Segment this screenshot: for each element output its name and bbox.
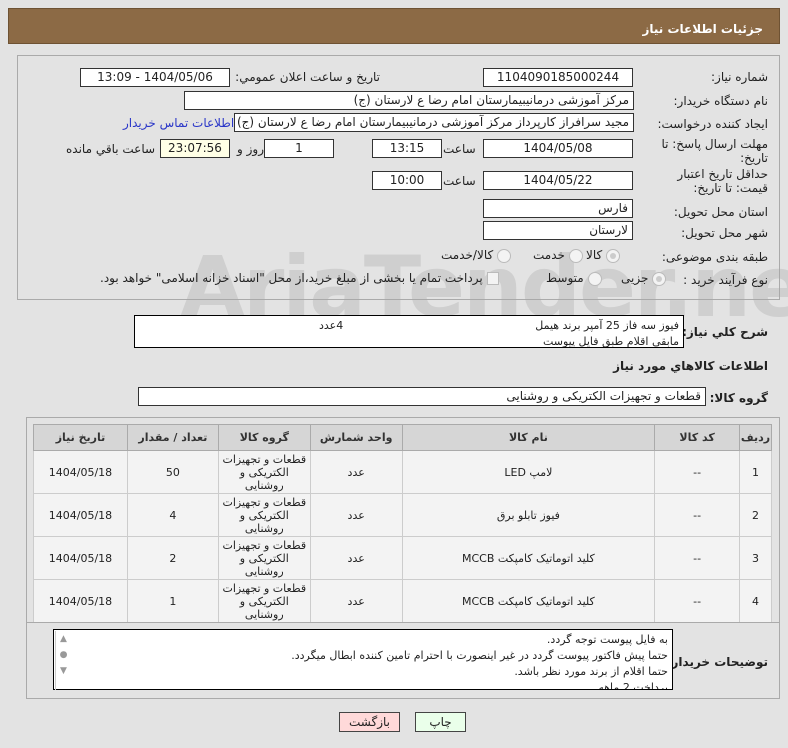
deadline-date-field: 1404/05/08	[483, 139, 633, 158]
cell-need-date: 1404/05/18	[33, 536, 128, 580]
cell-need-date: 1404/05/18	[33, 579, 128, 623]
description-textarea[interactable]: فیوز سه فاز 25 آمپر برند هیمل 4عدد مابقی …	[134, 315, 684, 348]
radio-icon[interactable]	[587, 271, 602, 286]
radio-icon[interactable]	[497, 248, 512, 263]
cell-item-code: --	[654, 579, 741, 623]
cell-unit: عدد	[309, 493, 403, 537]
col-qty: تعداد / مقدار	[126, 424, 219, 451]
col-group: گروه کالا	[217, 424, 311, 451]
cell-item-name: کلید اتوماتیک کامپکت MCCB	[401, 579, 656, 623]
days-label: روز و	[237, 142, 264, 156]
time-remaining-field: 23:07:56	[160, 139, 230, 158]
cell-item-code: --	[654, 493, 741, 537]
cell-row-number: 3	[739, 536, 772, 580]
cell-unit: عدد	[309, 450, 403, 494]
validity-date-field: 1404/05/22	[483, 171, 633, 190]
radio-icon[interactable]	[568, 248, 583, 263]
need-number-label: شماره نیاز:	[711, 70, 768, 84]
city-label: شهر محل تحویل:	[681, 226, 768, 240]
description-label: شرح کلي نیاز:	[682, 325, 768, 339]
col-unit: واحد شمارش	[309, 424, 403, 451]
cell-quantity: 1	[126, 579, 219, 623]
process-option-medium[interactable]: متوسط	[546, 271, 602, 286]
province-field: فارس	[483, 199, 633, 218]
col-date: تاریخ نیاز	[33, 424, 128, 451]
cell-need-date: 1404/05/18	[33, 493, 128, 537]
col-code: کد کالا	[654, 424, 741, 451]
radio-icon[interactable]	[652, 271, 667, 286]
cell-need-date: 1404/05/18	[33, 450, 128, 494]
table-row: 4 -- کلید اتوماتیک کامپکت MCCB عدد قطعات و ت…	[33, 579, 772, 623]
process-label: نوع فرآیند خرید :	[683, 273, 768, 287]
cell-unit: عدد	[309, 536, 403, 580]
goods-group-field: قطعات و تجهیزات الکتریکی و روشنایی	[138, 387, 706, 406]
buyer-field: مرکز آموزشی درمانیبیمارستان امام رضا ع ل…	[184, 91, 634, 110]
cell-quantity: 2	[126, 536, 219, 580]
category-option-both[interactable]: کالا/خدمت	[441, 248, 512, 263]
deadline-time-field: 13:15	[372, 139, 442, 158]
buyer-contact-link[interactable]: اطلاعات تماس خریدار	[123, 116, 234, 130]
cell-row-number: 4	[739, 579, 772, 623]
notes-textarea[interactable]: به فایل پیوست توجه گردد. حتما پیش فاکتور …	[53, 629, 673, 690]
table-row: 3 -- کلید اتوماتیک کامپکت MCCB عدد قطعات و ت…	[33, 536, 772, 580]
validity-time-field: 10:00	[372, 171, 442, 190]
checkbox-icon[interactable]	[486, 272, 499, 285]
city-field: لارستان	[483, 221, 633, 240]
treasury-payment-checkbox[interactable]: پرداخت تمام یا بخشی از مبلغ خرید،از محل …	[100, 271, 499, 285]
category-option-goods[interactable]: کالا	[586, 248, 621, 263]
province-label: استان محل تحویل:	[673, 205, 768, 219]
table-row: 2 -- فیوز تابلو برق عدد قطعات و تجهیزات الکت…	[33, 493, 772, 537]
radio-icon[interactable]	[606, 248, 621, 263]
creator-field: مجید سرافراز کارپرداز مرکز آموزشی درمانی…	[234, 113, 634, 132]
cell-item-name: کلید اتوماتیک کامپکت MCCB	[401, 536, 656, 580]
validity-time-label: ساعت	[443, 174, 476, 188]
table-row: 1 -- لامپ LED عدد قطعات و تجهیزات الکتریکی و…	[33, 450, 772, 494]
notes-label: توضیحات خریدار:	[666, 655, 768, 669]
days-remaining-field: 1	[264, 139, 334, 158]
cell-item-group: قطعات و تجهیزات الکتریکی و روشنایی	[217, 536, 311, 580]
cell-unit: عدد	[309, 579, 403, 623]
page-header: جزئیات اطلاعات نیاز	[8, 8, 780, 44]
deadline-label: مهلت ارسال پاسخ: تا تاریخ:	[661, 137, 768, 165]
cell-item-group: قطعات و تجهیزات الکتریکی و روشنایی	[217, 579, 311, 623]
cell-item-name: لامپ LED	[401, 450, 656, 494]
process-option-minor[interactable]: جزیی	[621, 271, 667, 286]
page-title: جزئیات اطلاعات نیاز	[642, 22, 763, 36]
creator-label: ایجاد کننده درخواست:	[657, 117, 768, 131]
buyer-label: نام دستگاه خریدار:	[673, 94, 769, 108]
need-number-field: 1104090185000244	[483, 68, 633, 87]
table-header-row: ردیف کد کالا نام کالا واحد شمارش گروه کا…	[33, 424, 772, 451]
col-name: نام کالا	[401, 424, 656, 451]
deadline-time-label: ساعت	[443, 142, 476, 156]
cell-item-code: --	[654, 450, 741, 494]
cell-item-name: فیوز تابلو برق	[401, 493, 656, 537]
cell-quantity: 4	[126, 493, 219, 537]
category-option-service[interactable]: خدمت	[533, 248, 583, 263]
cell-quantity: 50	[126, 450, 219, 494]
announce-field: 1404/05/06 - 13:09	[80, 68, 230, 87]
time-remaining-label: ساعت باقي مانده	[66, 142, 156, 156]
col-row: ردیف	[739, 424, 772, 451]
cell-row-number: 2	[739, 493, 772, 537]
notes-scrollbar[interactable]: ▲ ● ▼	[55, 631, 71, 690]
goods-group-label: گروه کالا:	[709, 391, 768, 405]
announce-label: تاریخ و ساعت اعلان عمومي:	[235, 70, 380, 84]
print-button[interactable]: چاپ	[415, 712, 466, 732]
cell-row-number: 1	[739, 450, 772, 494]
cell-item-code: --	[654, 536, 741, 580]
validity-label: حداقل تاریخ اعتبار قیمت: تا تاریخ:	[677, 167, 768, 195]
back-button[interactable]: بازگشت	[339, 712, 400, 732]
category-label: طبقه بندی موضوعی:	[661, 250, 768, 264]
cell-item-group: قطعات و تجهیزات الکتریکی و روشنایی	[217, 450, 311, 494]
goods-table: ردیف کد کالا نام کالا واحد شمارش گروه کا…	[33, 424, 772, 623]
goods-section-title: اطلاعات کالاهاي مورد نیاز	[613, 359, 768, 373]
cell-item-group: قطعات و تجهیزات الکتریکی و روشنایی	[217, 493, 311, 537]
